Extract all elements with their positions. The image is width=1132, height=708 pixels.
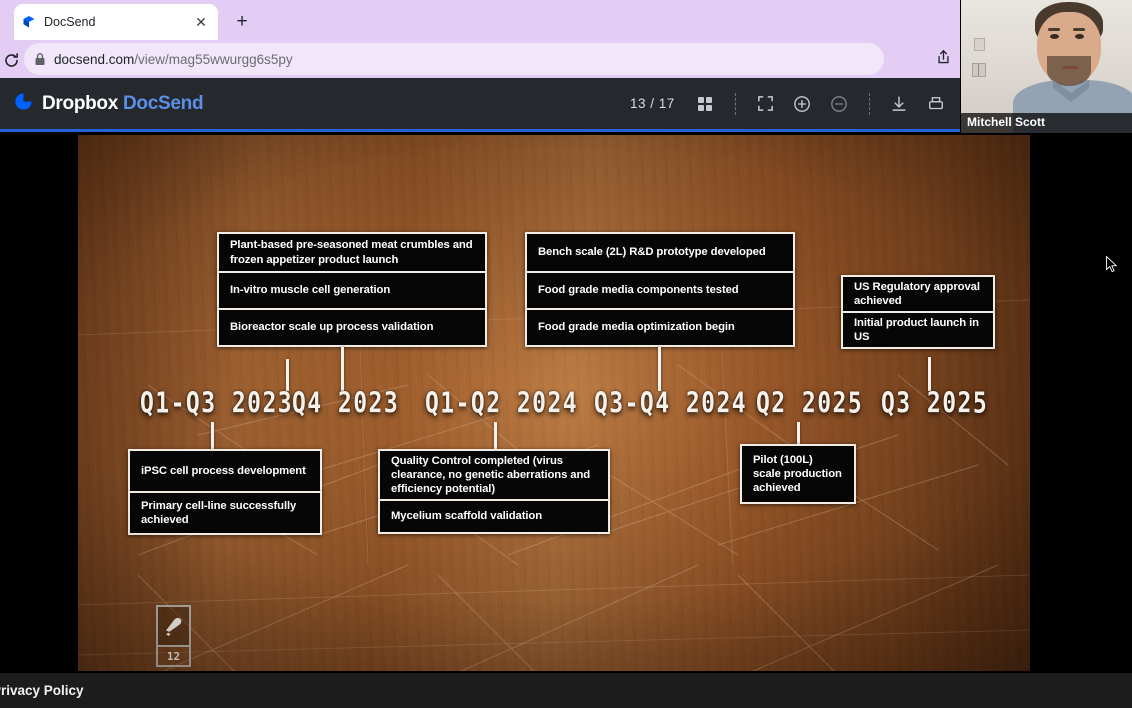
lock-icon	[34, 52, 46, 66]
plus-icon[interactable]: +	[230, 10, 254, 34]
slide-number: 12	[156, 647, 191, 667]
toolbar-divider	[734, 92, 736, 115]
milestone-box: Primary cell-line successfully achieved	[128, 491, 322, 535]
timeline-connector	[658, 347, 661, 391]
timeline-connector	[341, 347, 344, 391]
download-button[interactable]	[883, 87, 916, 120]
url-bar[interactable]: docsend.com/view/mag55wwurgg6s5py	[24, 43, 884, 75]
person-brow-right	[1073, 28, 1085, 31]
close-icon[interactable]: ✕	[192, 13, 210, 31]
participant-name-label: Mitchell Scott	[961, 113, 1132, 133]
mouse-cursor	[1106, 255, 1118, 273]
privacy-policy-link[interactable]: Privacy Policy	[0, 683, 84, 698]
webcam-overlay[interactable]: Mitchell Scott	[960, 0, 1132, 133]
timeline-label: Q2 2025	[756, 386, 864, 420]
person-mouth	[1062, 66, 1078, 69]
timeline-label: Q3-Q4 2024	[594, 386, 748, 420]
timeline-label: Q1-Q2 2024	[425, 386, 579, 420]
milestone-group-q1q3-2023: Plant-based pre-seasoned meat crumbles a…	[217, 232, 487, 347]
timeline-label: Q1-Q3 2023	[140, 386, 294, 420]
milestone-box: Food grade media components tested	[525, 271, 795, 310]
viewer-footer: Privacy Policy	[0, 673, 1132, 708]
milestone-group-q4-2023: iPSC cell process development Primary ce…	[128, 449, 322, 535]
person-eye-left	[1050, 34, 1059, 39]
timeline-connector	[211, 422, 214, 450]
slide-corner-widget: 12	[156, 605, 191, 667]
brand-text: Dropbox DocSend	[42, 92, 204, 115]
url-text: docsend.com/view/mag55wwurgg6s5py	[54, 52, 293, 67]
person-eye-right	[1075, 34, 1084, 39]
milestone-box: Bioreactor scale up process validation	[217, 308, 487, 347]
slide-canvas: Plant-based pre-seasoned meat crumbles a…	[78, 135, 1030, 671]
milestone-box: Bench scale (2L) R&D prototype developed	[525, 232, 795, 273]
url-domain: docsend.com	[54, 51, 135, 67]
fullscreen-button[interactable]	[749, 87, 782, 120]
brand[interactable]: Dropbox DocSend	[14, 92, 204, 116]
timeline-label: Q4 2023	[292, 386, 400, 420]
milestone-box: Plant-based pre-seasoned meat crumbles a…	[217, 232, 487, 273]
zoom-in-button[interactable]	[786, 87, 819, 120]
milestone-group-q3-2025: US Regulatory approval achieved Initial …	[841, 275, 995, 349]
docsend-favicon	[22, 15, 36, 29]
brand-secondary: DocSend	[123, 92, 204, 114]
brand-primary: Dropbox	[42, 92, 119, 114]
slide-viewer[interactable]: Plant-based pre-seasoned meat crumbles a…	[0, 135, 1132, 673]
milestone-group-q1q2-2024: Bench scale (2L) R&D prototype developed…	[525, 232, 795, 347]
toolbar-divider-2	[868, 92, 870, 115]
url-path: /view/mag55wwurgg6s5py	[134, 51, 293, 67]
milestone-box: Quality Control completed (virus clearan…	[378, 449, 610, 501]
milestone-box: Mycelium scaffold validation	[378, 499, 610, 534]
milestone-box: US Regulatory approval achieved	[841, 275, 995, 313]
viewer-toolbar: 13 / 17	[630, 78, 953, 129]
timeline-label: Q3 2025	[881, 386, 989, 420]
page-indicator: 13 / 17	[630, 96, 675, 111]
milestone-box: Food grade media optimization begin	[525, 308, 795, 347]
milestone-group-q2-2025: Pilot (100L) scale production achieved	[740, 444, 856, 504]
timeline-connector	[494, 422, 497, 450]
tab-title: DocSend	[44, 15, 96, 29]
milestone-box: Pilot (100L) scale production achieved	[740, 444, 856, 504]
milestone-box: Initial product launch in US	[841, 311, 995, 349]
person-brow-left	[1048, 28, 1060, 31]
wall-object-1	[974, 38, 985, 51]
zoom-out-button[interactable]	[823, 87, 856, 120]
wall-object-2	[972, 63, 986, 77]
print-button[interactable]	[920, 87, 953, 120]
milestone-box: In-vitro muscle cell generation	[217, 271, 487, 310]
reload-icon[interactable]	[0, 49, 22, 71]
timeline-connector	[797, 422, 800, 444]
cleaver-knife-icon	[156, 605, 191, 647]
browser-tab[interactable]: DocSend ✕	[14, 4, 218, 40]
dropbox-logo-icon	[14, 92, 33, 116]
milestone-box: iPSC cell process development	[128, 449, 322, 493]
milestone-group-q3q4-2024: Quality Control completed (virus clearan…	[378, 449, 610, 534]
grid-view-button[interactable]	[689, 87, 722, 120]
share-icon[interactable]	[929, 43, 957, 71]
